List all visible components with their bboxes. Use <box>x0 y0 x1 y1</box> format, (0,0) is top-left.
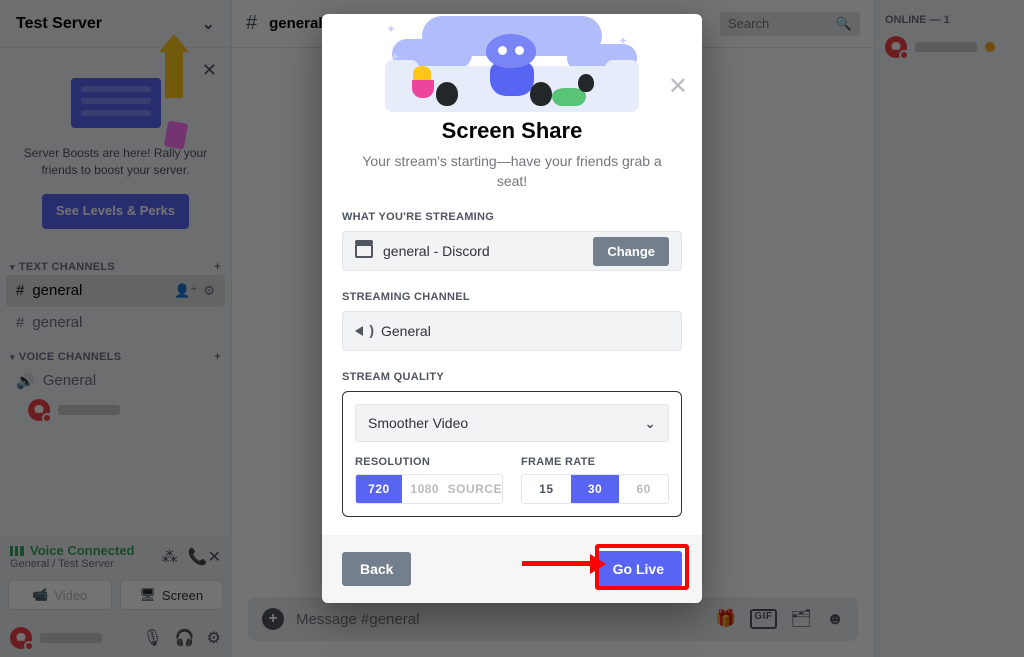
resolution-label: RESOLUTION <box>355 456 503 468</box>
speaker-icon <box>355 323 371 339</box>
app-window-icon <box>355 244 373 258</box>
res-720[interactable]: 720 <box>356 475 402 503</box>
what-streaming-row: general - Discord Change <box>342 231 682 271</box>
annotation-arrow <box>522 561 592 566</box>
res-1080[interactable]: 1080 <box>402 475 448 503</box>
what-streaming-label: WHAT YOU'RE STREAMING <box>342 211 682 223</box>
streaming-channel-row[interactable]: General <box>342 311 682 351</box>
modal-footer: Back Go Live <box>322 535 702 603</box>
streaming-channel-value: General <box>381 323 431 339</box>
fr-30[interactable]: 30 <box>571 475 620 503</box>
resolution-segmented[interactable]: 720 1080 SOURCE <box>355 474 503 504</box>
chevron-down-icon: ⌄ <box>644 415 656 432</box>
modal-title: Screen Share <box>322 118 702 144</box>
quality-preset-dropdown[interactable]: Smoother Video ⌄ <box>355 404 669 442</box>
res-source[interactable]: SOURCE <box>448 475 502 503</box>
stream-quality-label: STREAM QUALITY <box>342 371 682 383</box>
screen-share-modal: ✕ ✦✦✦ Screen Share Your stream's startin… <box>322 14 702 603</box>
go-live-button[interactable]: Go Live <box>595 551 682 587</box>
quality-preset-value: Smoother Video <box>368 415 468 431</box>
modal-subtitle: Your stream's starting—have your friends… <box>350 152 674 191</box>
back-button[interactable]: Back <box>342 552 411 586</box>
streaming-channel-label: STREAMING CHANNEL <box>342 291 682 303</box>
what-streaming-value: general - Discord <box>383 243 490 259</box>
modal-hero: ✦✦✦ <box>322 14 702 112</box>
fr-60[interactable]: 60 <box>619 475 668 503</box>
change-button[interactable]: Change <box>593 237 669 266</box>
app-root: Test Server ⌄ ✕ Server Boosts are here! … <box>0 0 1024 657</box>
fr-15[interactable]: 15 <box>522 475 571 503</box>
framerate-label: FRAME RATE <box>521 456 669 468</box>
stream-quality-box: Smoother Video ⌄ RESOLUTION 720 1080 SOU… <box>342 391 682 517</box>
framerate-segmented[interactable]: 15 30 60 <box>521 474 669 504</box>
